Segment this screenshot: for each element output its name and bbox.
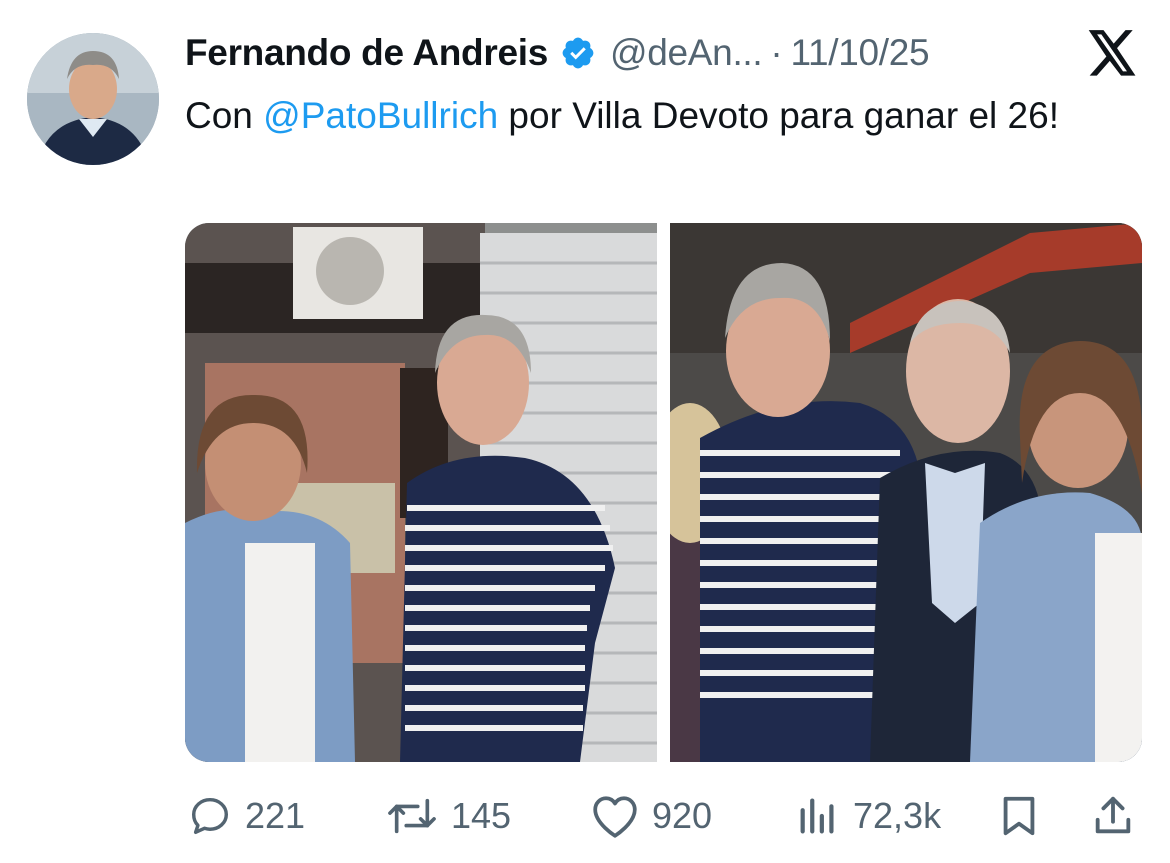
tweet-text-suffix: por Villa Devoto para ganar el 26! [498, 95, 1059, 136]
share-button[interactable] [1090, 790, 1136, 842]
author-handle[interactable]: @deAn... [610, 32, 763, 74]
heart-icon [590, 793, 640, 839]
bookmark-icon [996, 793, 1042, 839]
like-button[interactable]: 920 [590, 790, 712, 842]
tweet-actions: 221 145 920 72,3k [0, 790, 1170, 842]
tweet-media [185, 223, 1142, 762]
bookmark-button[interactable] [996, 790, 1042, 842]
author-name[interactable]: Fernando de Andreis [185, 32, 548, 74]
tweet-header: Fernando de Andreis @deAn... · 11/10/25 [185, 30, 930, 76]
photo-left[interactable] [185, 223, 657, 762]
author-avatar[interactable] [27, 33, 159, 165]
like-count: 920 [652, 795, 713, 836]
mention-link[interactable]: @PatoBullrich [263, 95, 498, 136]
repost-count: 145 [451, 795, 512, 836]
tweet-date[interactable]: 11/10/25 [790, 32, 929, 74]
tweet-text-prefix: Con [185, 95, 264, 136]
verified-badge-icon [560, 35, 596, 71]
photo-right[interactable] [670, 223, 1142, 762]
share-icon [1090, 793, 1136, 839]
repost-icon [385, 793, 439, 839]
views-count: 72,3k [853, 795, 942, 836]
reply-count: 221 [245, 795, 306, 836]
views-chart-icon [795, 793, 841, 839]
reply-button[interactable]: 221 [187, 790, 305, 842]
views-button[interactable]: 72,3k [795, 790, 941, 842]
repost-button[interactable]: 145 [385, 790, 511, 842]
separator-dot: · [770, 32, 783, 73]
reply-icon [187, 793, 233, 839]
tweet-text: Con @PatoBullrich por Villa Devoto para … [185, 87, 1145, 144]
x-logo-icon [1086, 30, 1138, 78]
